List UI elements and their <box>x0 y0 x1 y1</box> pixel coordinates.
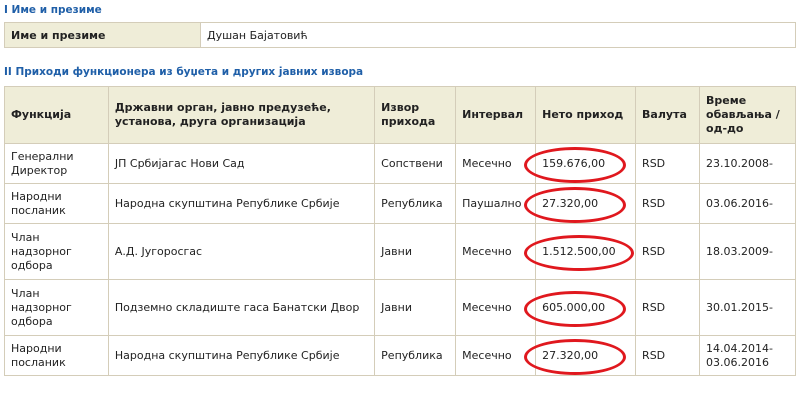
table-row: Име и презиме Душан Бајатовић <box>4 22 796 48</box>
net-value: 27.320,00 <box>542 196 599 210</box>
cell-net: 605.000,00 <box>524 279 637 336</box>
cell-interval: Месечно <box>455 223 537 280</box>
net-value: 605.000,00 <box>542 300 606 314</box>
cell-net: 27.320,00 <box>524 335 637 376</box>
cell-period: 14.04.2014- 03.06.2016 <box>699 335 796 376</box>
cell-source: Република <box>374 335 457 376</box>
cell-organ: Народна скупштина Републике Србије <box>107 335 376 376</box>
cell-function: Генерални Директор <box>4 143 109 184</box>
net-value: 27.320,00 <box>542 348 599 362</box>
cell-currency: RSD <box>635 143 701 184</box>
cell-currency: RSD <box>635 335 701 376</box>
cell-source: Јавни <box>374 279 457 336</box>
cell-function: Народни посланик <box>4 183 109 224</box>
header-function: Функција <box>4 86 109 144</box>
name-label: Име и презиме <box>4 22 201 48</box>
cell-currency: RSD <box>635 279 701 336</box>
cell-organ: Народна скупштина Републике Србије <box>107 183 376 224</box>
cell-source: Сопствени <box>374 143 457 184</box>
cell-organ: Подземно складиште гаса Банатски Двор <box>107 279 376 336</box>
net-value: 159.676,00 <box>542 156 606 170</box>
header-net: Нето приход <box>535 86 637 144</box>
header-currency: Валута <box>635 86 701 144</box>
header-period: Време обављања / од-до <box>699 86 796 144</box>
table-row: Члан надзорног одбора А.Д. Југоросгас Ја… <box>4 223 796 280</box>
cell-net: 27.320,00 <box>524 183 637 224</box>
name-table: Име и презиме Душан Бајатовић <box>4 22 796 48</box>
section-title-name: I Име и презиме <box>4 4 102 16</box>
header-source: Извор прихода <box>374 86 457 144</box>
cell-interval: Месечно <box>455 143 537 184</box>
cell-function: Народни посланик <box>4 335 109 376</box>
cell-interval: Паушално <box>455 183 537 224</box>
table-header-row: Функција Државни орган, јавно предузеће,… <box>4 86 796 144</box>
cell-net: 159.676,00 <box>524 143 637 184</box>
name-value: Душан Бајатовић <box>200 22 796 48</box>
table-row: Народни посланик Народна скупштина Репуб… <box>4 183 796 224</box>
income-table: Функција Државни орган, јавно предузеће,… <box>4 86 796 376</box>
cell-interval: Месечно <box>455 335 537 376</box>
cell-period: 18.03.2009- <box>699 223 796 280</box>
table-row: Члан надзорног одбора Подземно складиште… <box>4 279 796 336</box>
cell-net: 1.512.500,00 <box>524 223 637 280</box>
cell-period: 23.10.2008- <box>699 143 796 184</box>
cell-source: Република <box>374 183 457 224</box>
section-title-income: II Приходи функционера из буџета и други… <box>4 66 364 78</box>
cell-period: 30.01.2015- <box>699 279 796 336</box>
header-interval: Интервал <box>455 86 537 144</box>
cell-source: Јавни <box>374 223 457 280</box>
cell-function: Члан надзорног одбора <box>4 223 109 280</box>
cell-organ: ЈП Србијагас Нови Сад <box>107 143 376 184</box>
table-row: Народни посланик Народна скупштина Репуб… <box>4 335 796 376</box>
cell-function: Члан надзорног одбора <box>4 279 109 336</box>
cell-organ: А.Д. Југоросгас <box>107 223 376 280</box>
cell-currency: RSD <box>635 183 701 224</box>
net-value: 1.512.500,00 <box>542 244 616 258</box>
header-organ: Државни орган, јавно предузеће, установа… <box>107 86 376 144</box>
cell-interval: Месечно <box>455 279 537 336</box>
cell-period: 03.06.2016- <box>699 183 796 224</box>
cell-currency: RSD <box>635 223 701 280</box>
table-row: Генерални Директор ЈП Србијагас Нови Сад… <box>4 143 796 184</box>
